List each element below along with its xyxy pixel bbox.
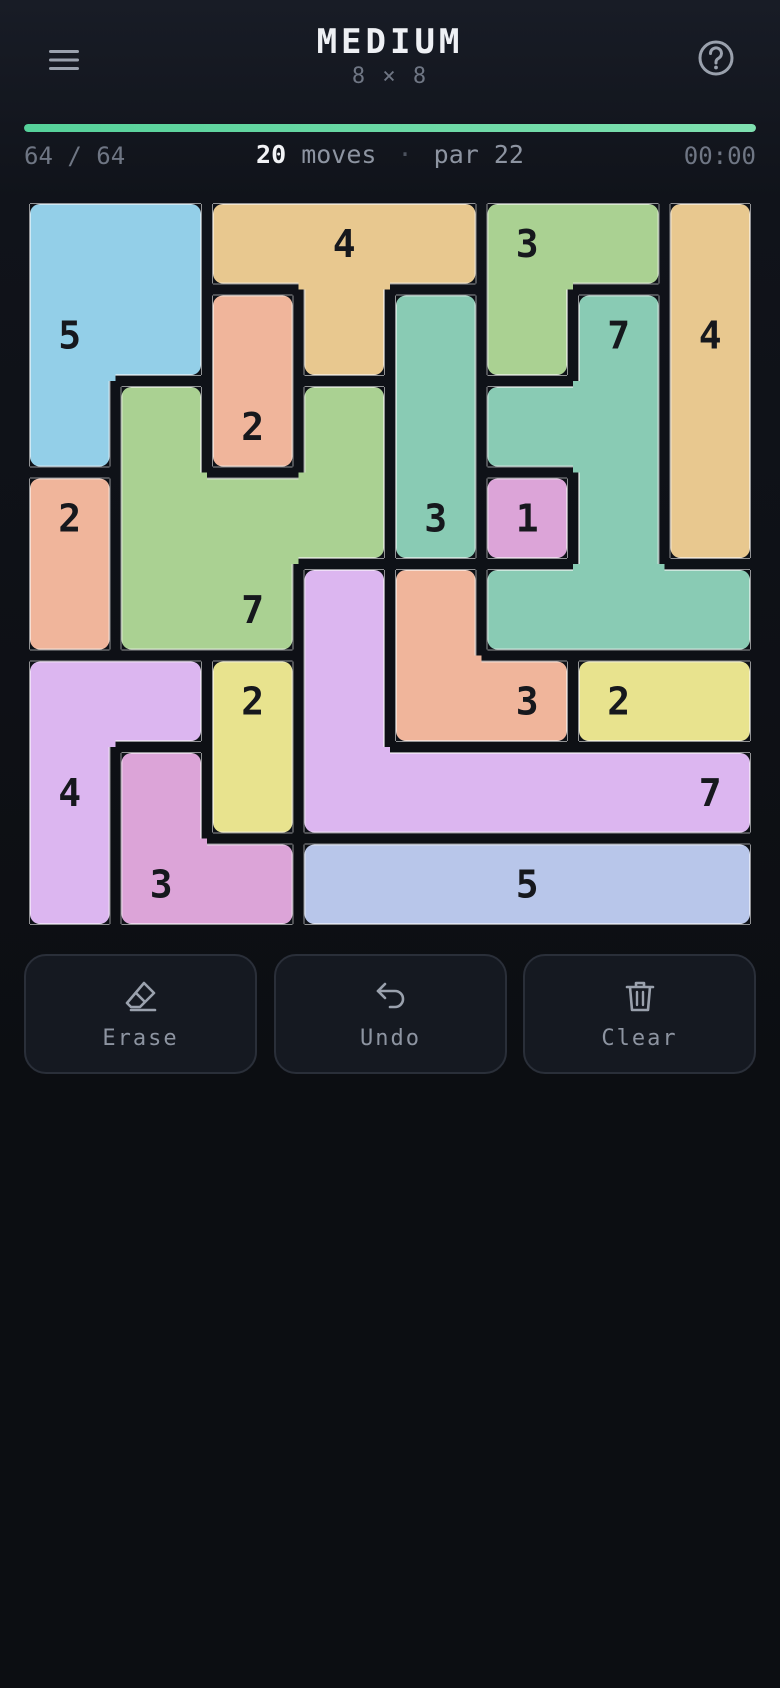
region-cell[interactable] bbox=[121, 472, 208, 565]
moves-label: moves bbox=[301, 140, 377, 169]
region-cell[interactable] bbox=[396, 381, 476, 473]
region-cell[interactable] bbox=[396, 295, 476, 382]
par-label: par 22 bbox=[433, 140, 524, 169]
region-cell[interactable] bbox=[207, 478, 299, 565]
region-cell[interactable] bbox=[664, 661, 751, 742]
region-cell[interactable] bbox=[30, 564, 110, 650]
region-cell[interactable] bbox=[670, 204, 751, 290]
undo-button[interactable]: Undo bbox=[274, 954, 507, 1074]
region-cell[interactable] bbox=[390, 844, 482, 925]
region-cell[interactable] bbox=[115, 661, 202, 742]
region-cell[interactable] bbox=[573, 564, 665, 650]
region-cell[interactable] bbox=[396, 570, 476, 656]
page-title: MEDIUM bbox=[316, 22, 464, 62]
region-cell[interactable] bbox=[304, 289, 385, 376]
region-r17[interactable]: 5 bbox=[303, 843, 751, 925]
region-cell[interactable] bbox=[396, 655, 482, 742]
region-number: 2 bbox=[241, 679, 264, 723]
region-number: 7 bbox=[607, 313, 630, 357]
region-cell[interactable] bbox=[487, 289, 568, 376]
region-cell[interactable] bbox=[304, 747, 391, 833]
undo-button-label: Undo bbox=[360, 1025, 421, 1051]
puzzle-board[interactable]: 5 4 3 4 2 3 7 7 2 1 7 3 4 2 2 3 5 bbox=[24, 198, 756, 930]
region-cell[interactable] bbox=[573, 753, 665, 833]
region-cell[interactable] bbox=[573, 381, 659, 473]
region-number: 3 bbox=[150, 862, 173, 906]
moves-count: 20 bbox=[256, 140, 287, 169]
clear-button-label: Clear bbox=[601, 1025, 678, 1051]
region-number: 5 bbox=[58, 313, 81, 357]
region-cell[interactable] bbox=[30, 381, 110, 467]
board-size-label: 8 × 8 bbox=[351, 64, 429, 89]
trash-icon bbox=[625, 981, 654, 1011]
region-cell[interactable] bbox=[304, 387, 385, 473]
undo-icon bbox=[376, 982, 404, 1008]
region-number: 2 bbox=[58, 496, 81, 540]
region-cell[interactable] bbox=[304, 570, 385, 656]
region-cell[interactable] bbox=[573, 204, 659, 284]
region-cell[interactable] bbox=[487, 570, 574, 650]
region-number: 3 bbox=[516, 222, 539, 266]
region-cell[interactable] bbox=[487, 387, 574, 467]
region-number: 7 bbox=[699, 771, 722, 815]
region-r10[interactable]: 1 bbox=[486, 477, 568, 559]
region-number: 3 bbox=[516, 679, 539, 723]
region-cell[interactable] bbox=[213, 204, 299, 284]
region-cell[interactable] bbox=[664, 844, 751, 925]
region-cell[interactable] bbox=[664, 570, 751, 650]
region-cell[interactable] bbox=[390, 753, 482, 833]
timer: 00:00 bbox=[683, 142, 756, 170]
region-cell[interactable] bbox=[304, 844, 391, 925]
region-r4[interactable]: 4 bbox=[669, 203, 751, 559]
region-cell[interactable] bbox=[207, 844, 293, 925]
stats-separator: · bbox=[397, 140, 413, 169]
region-number: 7 bbox=[241, 588, 264, 632]
header: MEDIUM 8 × 8 bbox=[0, 0, 780, 110]
region-cell[interactable] bbox=[579, 472, 659, 565]
action-bar: Erase Undo Clear bbox=[24, 954, 756, 1074]
region-r5[interactable]: 2 bbox=[212, 294, 294, 468]
region-number: 2 bbox=[241, 405, 264, 449]
erase-button-label: Erase bbox=[102, 1025, 179, 1051]
region-cell[interactable] bbox=[390, 204, 476, 284]
eraser-icon bbox=[125, 981, 156, 1011]
move-counter: 20 moves · par 22 bbox=[0, 140, 780, 169]
region-cell[interactable] bbox=[481, 753, 574, 833]
region-cell[interactable] bbox=[121, 753, 202, 839]
region-number: 2 bbox=[607, 679, 630, 723]
region-r14[interactable]: 2 bbox=[212, 660, 294, 834]
region-number: 5 bbox=[516, 862, 539, 906]
region-cell[interactable] bbox=[670, 472, 751, 559]
region-number: 4 bbox=[699, 313, 722, 357]
region-cell[interactable] bbox=[670, 381, 751, 473]
progress-bar-fill bbox=[24, 124, 756, 132]
region-cell[interactable] bbox=[30, 661, 116, 748]
region-r9[interactable]: 2 bbox=[29, 477, 111, 651]
region-cell[interactable] bbox=[573, 844, 665, 925]
region-r15[interactable]: 2 bbox=[578, 660, 751, 742]
question-circle-icon[interactable] bbox=[694, 36, 738, 80]
region-cell[interactable] bbox=[213, 295, 293, 382]
region-cell[interactable] bbox=[115, 289, 202, 376]
region-number: 4 bbox=[333, 222, 356, 266]
progress-bar bbox=[24, 124, 756, 132]
region-cell[interactable] bbox=[304, 655, 385, 748]
clear-button[interactable]: Clear bbox=[523, 954, 756, 1074]
region-number: 3 bbox=[424, 496, 447, 540]
region-cell[interactable] bbox=[298, 472, 385, 559]
region-number: 4 bbox=[58, 771, 81, 815]
region-r6[interactable]: 3 bbox=[395, 294, 477, 559]
region-cell[interactable] bbox=[213, 747, 293, 833]
region-cell[interactable] bbox=[121, 387, 202, 473]
region-cell[interactable] bbox=[121, 564, 208, 650]
region-cell[interactable] bbox=[30, 838, 110, 925]
region-cell[interactable] bbox=[30, 204, 116, 290]
region-number: 1 bbox=[516, 496, 539, 540]
region-cell[interactable] bbox=[115, 204, 202, 290]
erase-button[interactable]: Erase bbox=[24, 954, 257, 1074]
